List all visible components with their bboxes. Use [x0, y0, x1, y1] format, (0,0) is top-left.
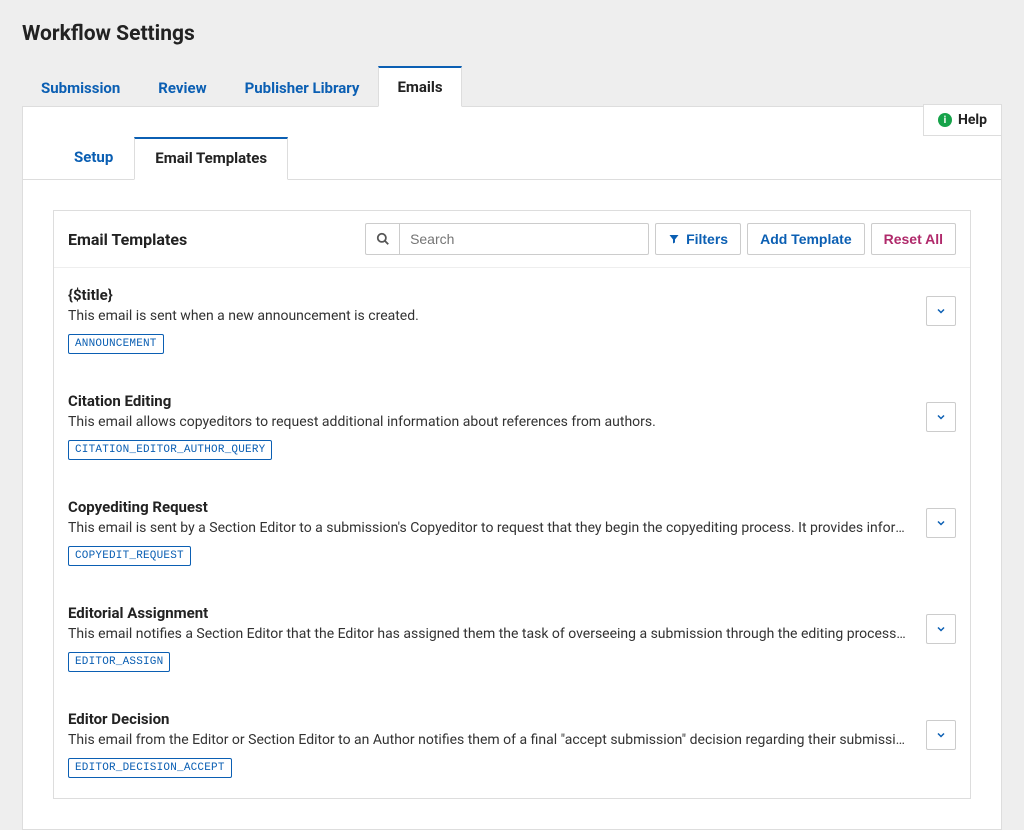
add-template-button[interactable]: Add Template: [747, 223, 865, 255]
tab-publisher-library[interactable]: Publisher Library: [226, 68, 379, 107]
email-templates-table: Email Templates Filters: [53, 210, 971, 799]
filters-label: Filters: [686, 231, 728, 247]
info-icon: i: [938, 113, 952, 127]
search-icon: [376, 232, 390, 246]
template-item: Editor Decision This email from the Edit…: [54, 692, 970, 798]
expand-button[interactable]: [926, 614, 956, 644]
table-header: Email Templates Filters: [54, 211, 970, 268]
primary-tabs: Submission Review Publisher Library Emai…: [22, 66, 1002, 106]
secondary-tabs: Setup Email Templates: [23, 107, 1001, 180]
template-item: Copyediting Request This email is sent b…: [54, 480, 970, 586]
template-item: {$title} This email is sent when a new a…: [54, 268, 970, 374]
chevron-down-icon: [935, 411, 947, 423]
template-key-badge: COPYEDIT_REQUEST: [68, 546, 191, 566]
template-name: Copyediting Request: [68, 498, 956, 516]
chevron-down-icon: [935, 623, 947, 635]
tab-submission[interactable]: Submission: [22, 68, 139, 107]
template-key-badge: EDITOR_ASSIGN: [68, 652, 170, 672]
template-description: This email is sent when a new announceme…: [68, 308, 956, 324]
chevron-down-icon: [935, 729, 947, 741]
expand-button[interactable]: [926, 296, 956, 326]
expand-button[interactable]: [926, 720, 956, 750]
filter-icon: [668, 233, 680, 245]
template-key-badge: EDITOR_DECISION_ACCEPT: [68, 758, 232, 778]
chevron-down-icon: [935, 517, 947, 529]
tab-setup[interactable]: Setup: [53, 137, 134, 180]
filters-button[interactable]: Filters: [655, 223, 741, 255]
template-key-badge: ANNOUNCEMENT: [68, 334, 164, 354]
expand-button[interactable]: [926, 508, 956, 538]
template-description: This email is sent by a Section Editor t…: [68, 520, 956, 536]
tab-email-templates[interactable]: Email Templates: [134, 137, 288, 180]
tab-review[interactable]: Review: [139, 68, 225, 107]
help-button[interactable]: i Help: [923, 104, 1002, 136]
template-item: Citation Editing This email allows copye…: [54, 374, 970, 480]
chevron-down-icon: [935, 305, 947, 317]
search-button[interactable]: [365, 223, 399, 255]
template-name: Editor Decision: [68, 710, 956, 728]
expand-button[interactable]: [926, 402, 956, 432]
template-description: This email notifies a Section Editor tha…: [68, 626, 956, 642]
template-item: Editorial Assignment This email notifies…: [54, 586, 970, 692]
template-description: This email allows copyeditors to request…: [68, 414, 956, 430]
template-name: Citation Editing: [68, 392, 956, 410]
page-title: Workflow Settings: [22, 22, 1002, 46]
help-label: Help: [958, 112, 987, 128]
template-key-badge: CITATION_EDITOR_AUTHOR_QUERY: [68, 440, 272, 460]
template-name: Editorial Assignment: [68, 604, 956, 622]
reset-all-button[interactable]: Reset All: [871, 223, 956, 255]
template-description: This email from the Editor or Section Ed…: [68, 732, 956, 748]
search-input[interactable]: [399, 223, 649, 255]
template-list: {$title} This email is sent when a new a…: [54, 268, 970, 798]
table-title: Email Templates: [68, 230, 187, 249]
template-name: {$title}: [68, 286, 956, 304]
main-panel: Setup Email Templates Email Templates: [22, 106, 1002, 830]
tab-emails[interactable]: Emails: [378, 66, 461, 107]
